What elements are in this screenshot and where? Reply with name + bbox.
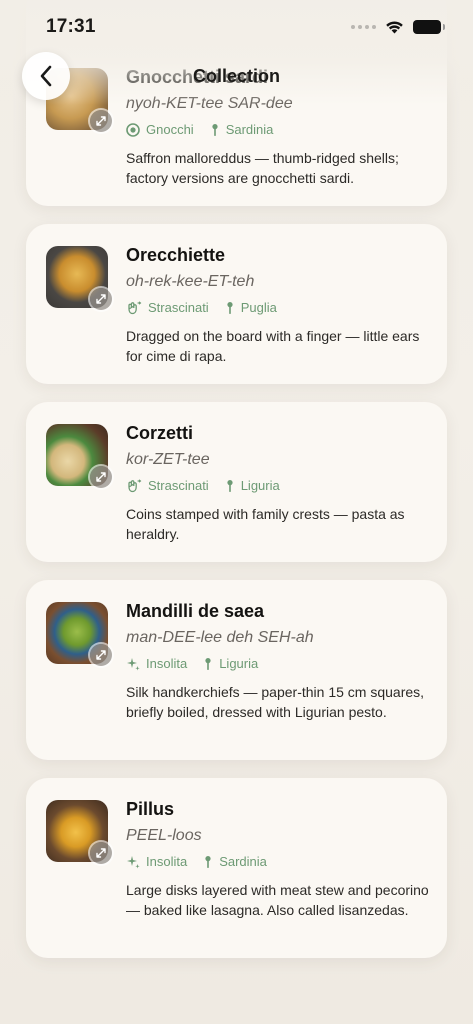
pasta-card[interactable]: Mandilli de saea man-DEE-lee deh SEH-ah … xyxy=(26,580,447,760)
type-label: Strascinati xyxy=(148,300,209,315)
expand-icon[interactable] xyxy=(90,466,112,488)
pasta-pronunciation: kor-ZET-tee xyxy=(126,451,210,468)
type-label: Insolita xyxy=(146,656,188,671)
pasta-pronunciation: PEEL-loos xyxy=(126,827,202,844)
pasta-pronunciation: man-DEE-lee deh SEH-ah xyxy=(126,629,314,646)
status-icons xyxy=(351,20,445,34)
expand-icon[interactable] xyxy=(90,288,112,310)
pasta-pronunciation: oh-rek-kee-ET-teh xyxy=(126,273,255,290)
pasta-tags: Strascinati Liguria xyxy=(126,478,431,494)
region-label: Sardinia xyxy=(225,122,274,137)
region-tag: Sardinia xyxy=(203,854,267,870)
region-label: Liguria xyxy=(240,478,280,493)
battery-icon xyxy=(413,20,445,34)
page-title: Collection xyxy=(192,66,280,86)
type-label: Insolita xyxy=(146,854,188,869)
expand-icon[interactable] xyxy=(90,644,112,666)
pasta-description: Large disks layered with meat stew and p… xyxy=(126,882,429,918)
status-bar: 17:31 xyxy=(0,0,473,52)
type-tag: Gnocchi xyxy=(126,122,194,138)
type-tag: Strascinati xyxy=(126,478,209,494)
pin-icon xyxy=(227,480,233,492)
pasta-name: Pillus xyxy=(126,799,175,819)
pasta-description: Silk handkerchiefs — paper-thin 15 cm sq… xyxy=(126,684,425,720)
pasta-tags: Insolita Liguria xyxy=(126,656,431,672)
drag-hand-icon xyxy=(128,479,142,493)
pin-icon xyxy=(205,856,211,868)
type-label: Strascinati xyxy=(148,478,209,493)
pasta-description: Coins stamped with family crests — pasta… xyxy=(126,506,405,542)
pasta-name: Corzetti xyxy=(126,423,193,443)
pin-icon xyxy=(212,124,218,136)
pasta-description: Saffron malloreddus — thumb-ridged shell… xyxy=(126,150,399,186)
status-time: 17:31 xyxy=(46,16,96,37)
region-tag: Sardinia xyxy=(210,122,274,138)
region-label: Puglia xyxy=(240,300,277,315)
pasta-tags: Strascinati Puglia xyxy=(126,300,431,316)
region-tag: Liguria xyxy=(203,656,258,672)
wifi-icon xyxy=(386,21,403,34)
drag-hand-icon xyxy=(128,301,142,315)
type-tag: Insolita xyxy=(126,656,187,672)
signal-dots-icon xyxy=(351,25,376,29)
pasta-tags: Insolita Sardinia xyxy=(126,854,431,870)
pin-icon xyxy=(205,658,211,670)
region-tag: Puglia xyxy=(225,300,277,316)
pasta-name: Orecchiette xyxy=(126,245,226,265)
pasta-card[interactable]: Pillus PEEL-loos Insolita Sardinia Large… xyxy=(26,778,447,958)
pasta-pronunciation: nyoh-KET-tee SAR-dee xyxy=(126,95,293,112)
type-label: Gnocchi xyxy=(146,122,194,137)
expand-icon[interactable] xyxy=(90,842,112,864)
pasta-name: Mandilli de saea xyxy=(126,601,265,621)
pin-icon xyxy=(227,302,233,314)
sparkle-icon xyxy=(127,658,140,671)
region-label: Sardinia xyxy=(219,854,267,869)
pasta-card[interactable]: Orecchiette oh-rek-kee-ET-teh Strascinat… xyxy=(26,224,447,384)
expand-icon[interactable] xyxy=(90,110,112,132)
region-label: Liguria xyxy=(219,656,259,671)
pasta-card[interactable]: Corzetti kor-ZET-tee Strascinati Liguria… xyxy=(26,402,447,562)
type-tag: Insolita xyxy=(126,854,187,870)
type-tag: Strascinati xyxy=(126,300,209,316)
sparkle-icon xyxy=(127,856,140,869)
pasta-tags: Gnocchi Sardinia xyxy=(126,122,431,138)
region-tag: Liguria xyxy=(225,478,280,494)
pasta-description: Dragged on the board with a finger — lit… xyxy=(126,328,420,364)
target-icon xyxy=(126,123,140,137)
